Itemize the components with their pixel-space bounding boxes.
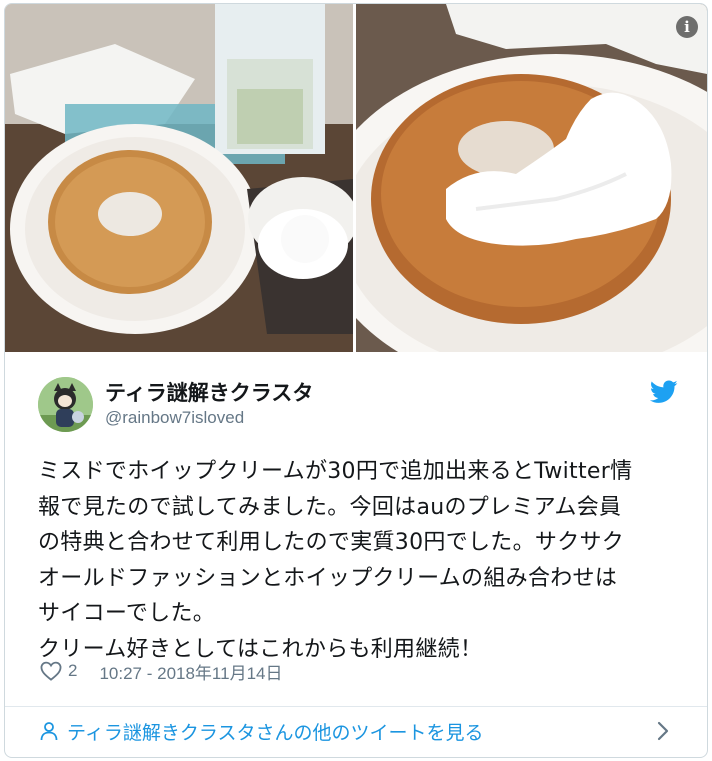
person-icon (40, 722, 58, 741)
user-handle[interactable]: @rainbow7isloved (105, 408, 244, 428)
chevron-right-icon[interactable] (657, 721, 669, 741)
tweet-media: i (5, 4, 707, 352)
photo-donut-closeup[interactable]: i (356, 4, 707, 352)
photo-donut-plate[interactable] (5, 4, 353, 352)
photo-donut-closeup-image (356, 4, 707, 352)
display-name[interactable]: ティラ謎解きクラスタ (105, 377, 313, 407)
more-tweets-link[interactable]: ティラ謎解きクラスタさんの他のツイートを見る (5, 707, 707, 755)
tweet-text: ミスドでホイップクリームが30円で追加出来るとTwitter情 報で見たので試し… (38, 459, 633, 662)
tweet-meta: 2 10:27 - 2018年11月14日 (40, 658, 283, 684)
photo-donut-plate-image (5, 4, 353, 352)
more-tweets-label[interactable]: ティラ謎解きクラスタさんの他のツイートを見る (67, 718, 483, 745)
twitter-bird-icon[interactable] (650, 380, 678, 404)
avatar-image (38, 377, 93, 432)
tweet-timestamp[interactable]: 10:27 - 2018年11月14日 (99, 659, 282, 684)
avatar[interactable] (38, 377, 93, 432)
heart-icon[interactable] (40, 661, 62, 681)
like-count[interactable]: 2 (68, 661, 77, 681)
info-icon[interactable]: i (676, 16, 698, 38)
embedded-tweet-card: i ティラ謎解きクラスタ @rainbow7isloved ミスドでホイップクリ… (4, 3, 708, 758)
